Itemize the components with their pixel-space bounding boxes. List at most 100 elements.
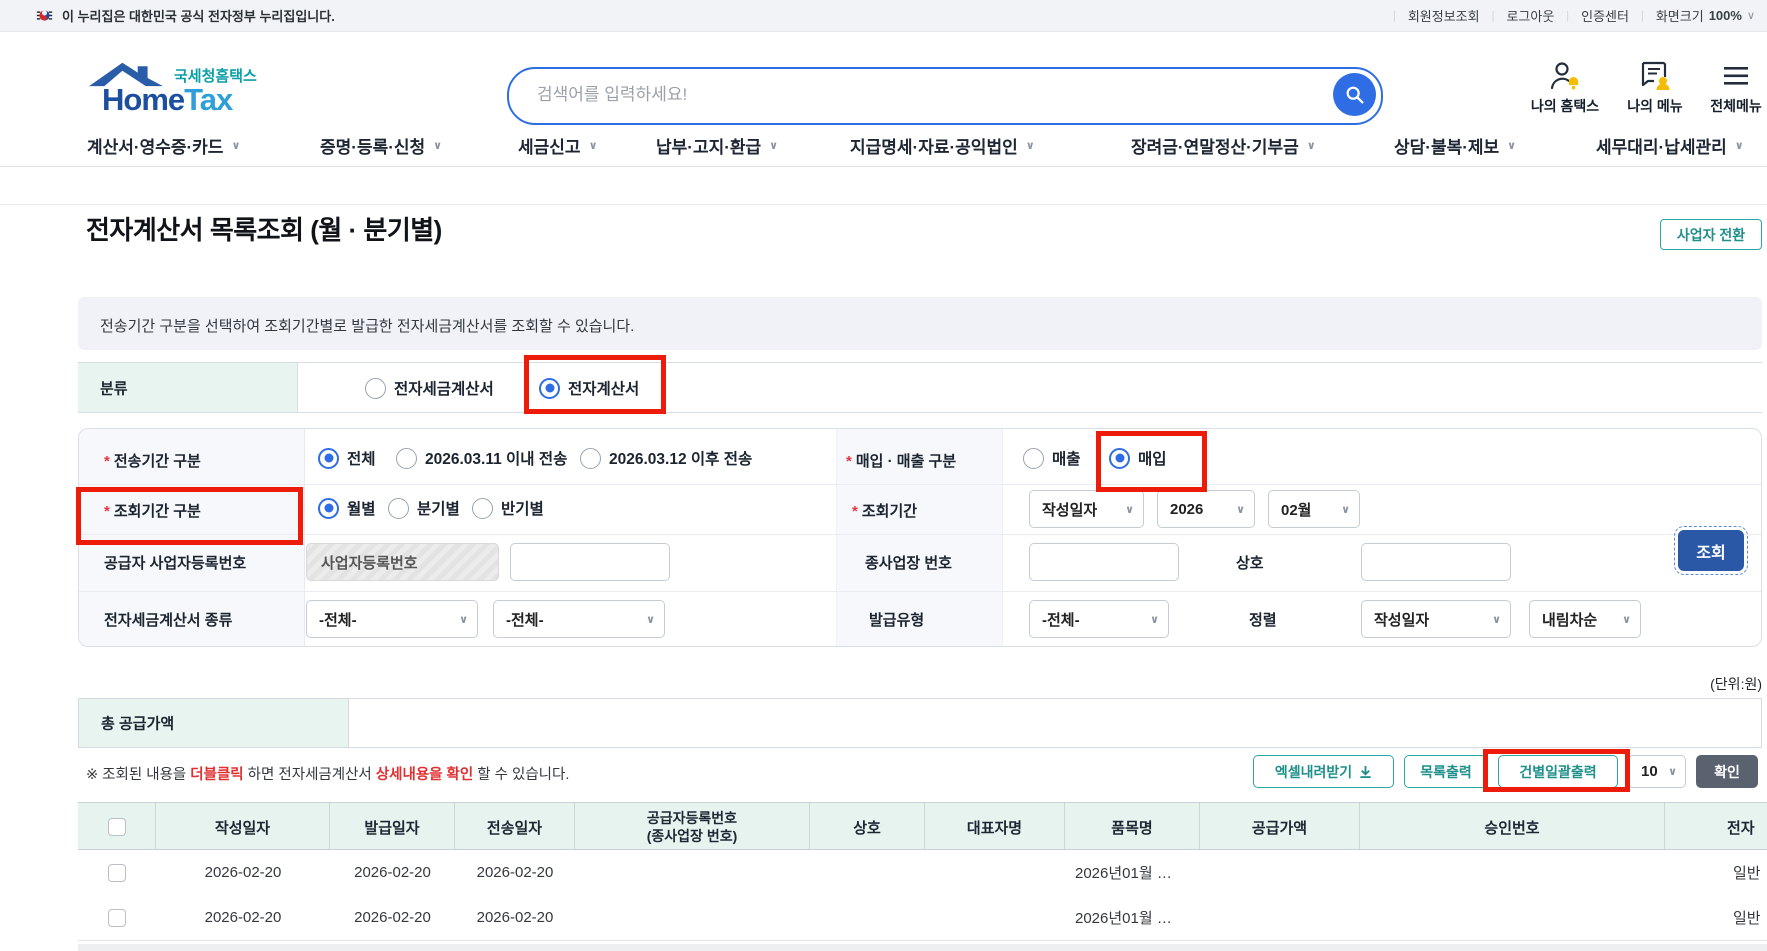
page-size-select[interactable]: 10∨ bbox=[1628, 755, 1686, 788]
cell-sent: 2026-02-20 bbox=[455, 895, 575, 940]
issue-type-label: 발급유형 bbox=[869, 609, 924, 630]
radio-icon bbox=[1023, 448, 1044, 469]
member-info-link[interactable]: 회원정보조회 bbox=[1408, 6, 1480, 25]
chevron-down-icon: ∨ bbox=[769, 139, 778, 152]
radio-icon bbox=[472, 498, 493, 519]
supplier-reg-input[interactable] bbox=[510, 543, 670, 581]
logo-wordmark: HomeTax bbox=[102, 82, 232, 118]
header-created-date: 작성일자 bbox=[156, 803, 330, 851]
cell-item: 2026년01월 … bbox=[1075, 895, 1200, 940]
category-label-cell: 분류 bbox=[78, 363, 298, 412]
company-name-label: 상호 bbox=[1236, 552, 1264, 573]
double-click-note: ※ 조회된 내용을 더블클릭 하면 전자세금계산서 상세내용을 확인 할 수 있… bbox=[86, 763, 569, 784]
doc-type-select-1[interactable]: -전체-∨ bbox=[306, 600, 478, 638]
radio-selected-icon bbox=[318, 448, 339, 469]
row-checkbox[interactable] bbox=[108, 909, 126, 927]
transfer-period-label: *전송기간 구분 bbox=[104, 450, 201, 471]
radio-purchase[interactable]: 매입 bbox=[1109, 447, 1167, 469]
filter-form: *전송기간 구분 전체 2026.03.11 이내 전송 2026.03.12 … bbox=[78, 428, 1762, 647]
hamburger-menu-icon bbox=[1693, 58, 1767, 94]
each-batch-print-button[interactable]: 건별일괄출력 bbox=[1498, 755, 1618, 788]
page-title: 전자계산서 목록조회 (월 · 분기별) bbox=[86, 210, 442, 247]
radio-selected-icon bbox=[539, 378, 560, 399]
search-input[interactable] bbox=[535, 71, 1299, 119]
chevron-down-icon: ∨ bbox=[1150, 613, 1159, 626]
search-button[interactable] bbox=[1333, 73, 1376, 116]
nav-item-tax-report[interactable]: 세금신고∨ bbox=[518, 133, 598, 158]
nav-item-incentives[interactable]: 장려금·연말정산·기부금∨ bbox=[1131, 133, 1316, 158]
my-hometax-label: 나의 홈택스 bbox=[1522, 96, 1608, 116]
cell-issued: 2026-02-20 bbox=[330, 850, 455, 895]
branch-no-label: 종사업장 번호 bbox=[865, 552, 952, 573]
radio-monthly[interactable]: 월별 bbox=[318, 497, 376, 519]
branch-no-input[interactable] bbox=[1029, 543, 1179, 581]
excel-download-button[interactable]: 엑셀내려받기 bbox=[1253, 755, 1394, 788]
radio-quarterly[interactable]: 분기별 bbox=[388, 497, 460, 519]
header-sent-date: 전송일자 bbox=[455, 803, 575, 851]
nav-item-payment[interactable]: 납부·고지·환급∨ bbox=[656, 133, 778, 158]
radio-selected-icon bbox=[1109, 448, 1130, 469]
nav-item-invoices[interactable]: 계산서·영수증·카드∨ bbox=[87, 133, 240, 158]
list-print-button[interactable]: 목록출력 bbox=[1404, 755, 1488, 788]
business-switch-button[interactable]: 사업자 전환 bbox=[1660, 219, 1762, 250]
all-menu-label: 전체메뉴 bbox=[1693, 96, 1767, 116]
chevron-down-icon: ∨ bbox=[1492, 613, 1501, 626]
sort-order-select[interactable]: 내림차순∨ bbox=[1529, 600, 1641, 638]
gov-notice: 이 누리집은 대한민국 공식 전자정부 누리집입니다. bbox=[36, 0, 335, 31]
my-menu-label: 나의 메뉴 bbox=[1612, 96, 1698, 116]
chevron-down-icon: ∨ bbox=[1668, 765, 1677, 778]
period-year-select[interactable]: 2026∨ bbox=[1157, 490, 1255, 528]
nav-item-statements[interactable]: 지급명세·자료·공익법인∨ bbox=[850, 133, 1035, 158]
screen-size-value: 100% bbox=[1709, 8, 1742, 23]
chevron-down-icon: ∨ bbox=[1236, 503, 1245, 516]
doc-type-select-2[interactable]: -전체-∨ bbox=[493, 600, 665, 638]
period-type-label: *조회기간 구분 bbox=[104, 500, 201, 521]
query-button[interactable]: 조회 bbox=[1678, 530, 1744, 571]
my-menu-button[interactable]: 나의 메뉴 bbox=[1612, 58, 1698, 116]
nav-item-consult[interactable]: 상담·불복·제보∨ bbox=[1394, 133, 1516, 158]
chevron-down-icon: ∨ bbox=[459, 613, 468, 626]
table-row[interactable]: 2026-02-20 2026-02-20 2026-02-20 2026년01… bbox=[78, 895, 1767, 941]
company-name-input[interactable] bbox=[1361, 543, 1511, 581]
divider: | bbox=[1492, 10, 1495, 22]
table-header-row: 작성일자 발급일자 전송일자 공급자등록번호 (종사업장 번호) 상호 대표자명… bbox=[78, 802, 1767, 850]
radio-transfer-after[interactable]: 2026.03.12 이후 전송 bbox=[580, 447, 752, 469]
nav-item-certs[interactable]: 증명·등록·신청∨ bbox=[320, 133, 442, 158]
all-menu-button[interactable]: 전체메뉴 bbox=[1693, 58, 1767, 116]
inquiry-period-label: *조회기간 bbox=[852, 500, 917, 521]
radio-half-yearly[interactable]: 반기별 bbox=[472, 497, 544, 519]
radio-transfer-all[interactable]: 전체 bbox=[318, 447, 376, 469]
row-checkbox-cell bbox=[78, 850, 156, 895]
screen-size-control[interactable]: 화면크기 100% ∨ bbox=[1656, 6, 1755, 25]
screen-size-label: 화면크기 bbox=[1656, 6, 1704, 25]
confirm-button[interactable]: 확인 bbox=[1696, 755, 1758, 788]
korea-flag-icon bbox=[36, 7, 53, 24]
divider: | bbox=[1393, 10, 1396, 22]
info-box: 전송기간 구분을 선택하여 조회기간별로 발급한 전자세금계산서를 조회할 수 … bbox=[78, 297, 1762, 350]
scroll-strip bbox=[78, 944, 1767, 951]
hometax-logo[interactable]: 국세청홈택스 HomeTax bbox=[86, 60, 296, 120]
radio-e-invoice[interactable]: 전자계산서 bbox=[539, 377, 639, 399]
select-all-checkbox[interactable] bbox=[108, 818, 126, 836]
divider bbox=[79, 534, 1762, 535]
period-month-select[interactable]: 02월∨ bbox=[1268, 490, 1360, 528]
cert-center-link[interactable]: 인증센터 bbox=[1581, 6, 1629, 25]
my-hometax-button[interactable]: 나의 홈택스 bbox=[1522, 58, 1608, 116]
issue-type-select[interactable]: -전체-∨ bbox=[1029, 600, 1169, 638]
row-checkbox[interactable] bbox=[108, 864, 126, 882]
supplier-reg-type-box: 사업자등록번호 bbox=[306, 543, 499, 581]
period-basis-select[interactable]: 작성일자∨ bbox=[1029, 490, 1144, 528]
radio-transfer-before[interactable]: 2026.03.11 이내 전송 bbox=[396, 447, 567, 469]
radio-icon bbox=[388, 498, 409, 519]
chevron-down-icon: ∨ bbox=[1507, 139, 1516, 152]
header-supplier-reg: 공급자등록번호 (종사업장 번호) bbox=[575, 803, 810, 851]
sort-field-select[interactable]: 작성일자∨ bbox=[1361, 600, 1511, 638]
nav-item-tax-agent[interactable]: 세무대리·납세관리∨ bbox=[1596, 133, 1744, 158]
category-label: 분류 bbox=[100, 377, 128, 398]
radio-sales[interactable]: 매출 bbox=[1023, 447, 1081, 469]
radio-selected-icon bbox=[318, 498, 339, 519]
logout-link[interactable]: 로그아웃 bbox=[1506, 6, 1554, 25]
table-row[interactable]: 2026-02-20 2026-02-20 2026-02-20 2026년01… bbox=[78, 850, 1767, 896]
radio-tax-invoice[interactable]: 전자세금계산서 bbox=[365, 377, 494, 399]
cell-issued: 2026-02-20 bbox=[330, 895, 455, 940]
